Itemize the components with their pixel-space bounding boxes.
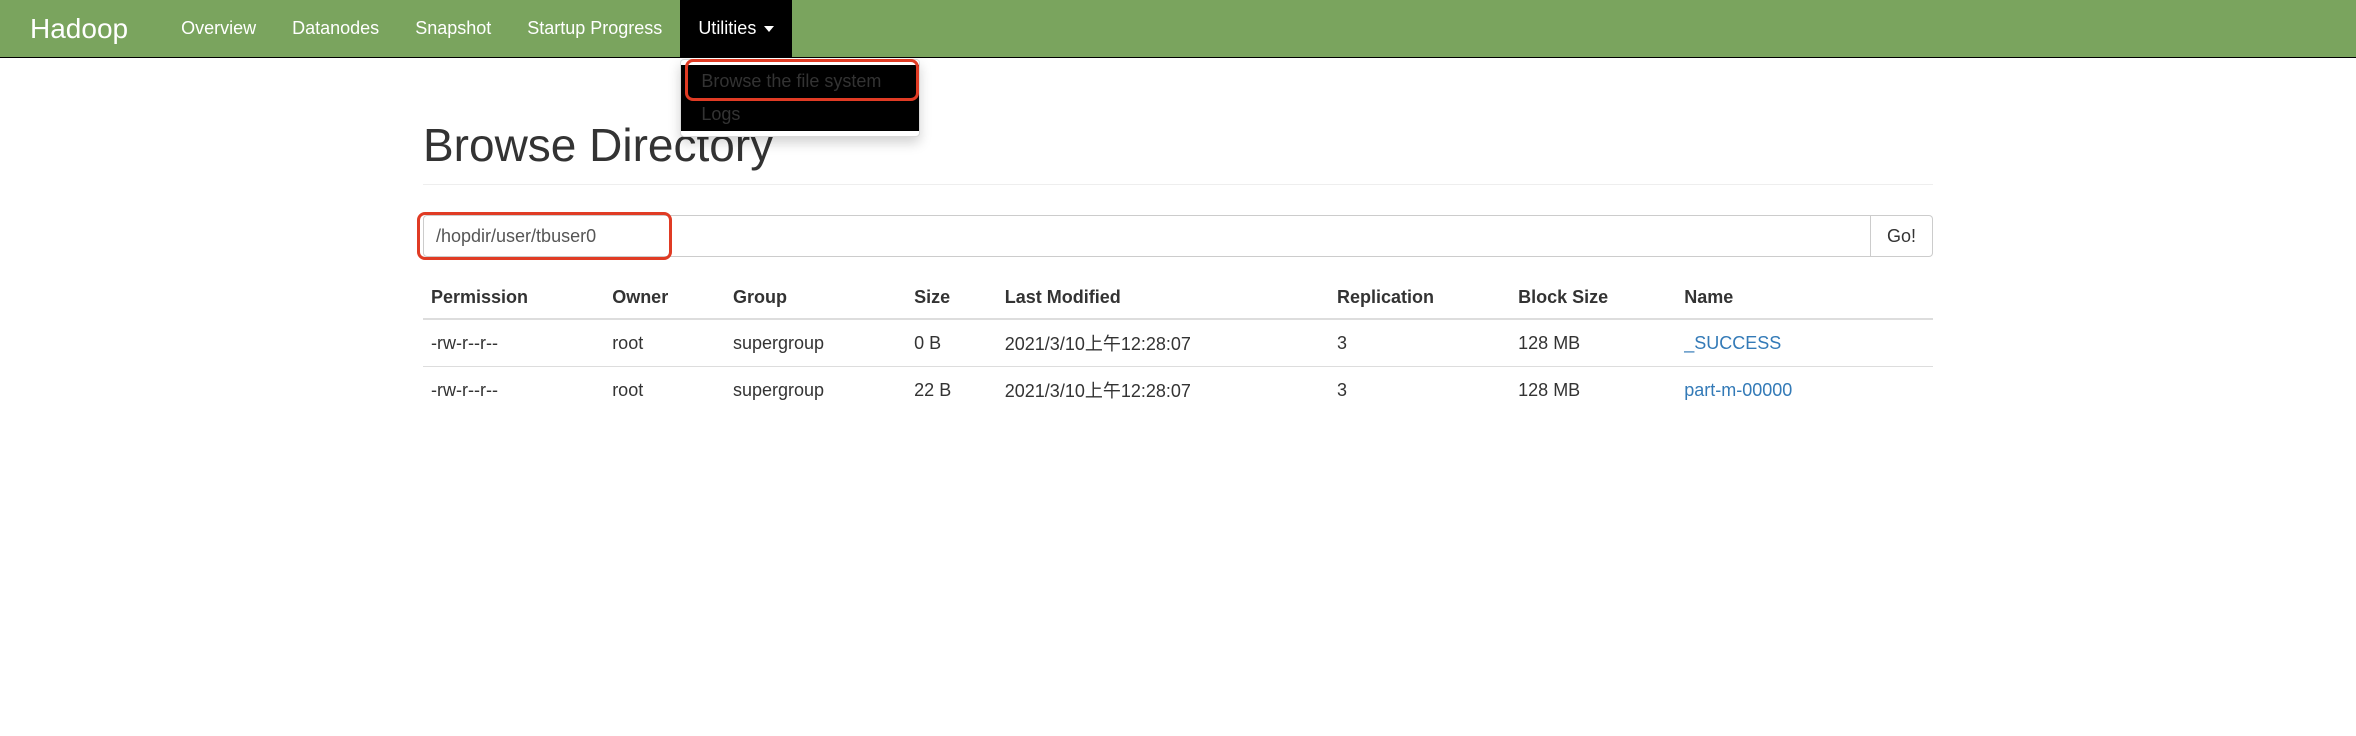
cell-owner: root [604,367,725,414]
nav-link-utilities-label: Utilities [698,18,756,39]
nav-link-startup-progress[interactable]: Startup Progress [509,0,680,57]
cell-name: _SUCCESS [1676,319,1933,367]
cell-permission: -rw-r--r-- [423,367,604,414]
main-container: Browse Directory Go! Permission Owner Gr… [408,118,1948,413]
path-input-group: Go! [423,215,1933,257]
table-head: Permission Owner Group Size Last Modifie… [423,277,1933,319]
cell-name: part-m-00000 [1676,367,1933,414]
nav-item-snapshot: Snapshot [397,0,509,57]
table-row: -rw-r--r-- root supergroup 22 B 2021/3/1… [423,367,1933,414]
cell-size: 0 B [906,319,997,367]
th-name: Name [1676,277,1933,319]
cell-permission: -rw-r--r-- [423,319,604,367]
nav-link-snapshot[interactable]: Snapshot [397,0,509,57]
page-header: Browse Directory [423,118,1933,185]
cell-size: 22 B [906,367,997,414]
th-size: Size [906,277,997,319]
navbar-nav: Overview Datanodes Snapshot Startup Prog… [163,0,792,57]
dropdown-logs[interactable]: Logs [681,98,919,131]
cell-owner: root [604,319,725,367]
cell-blocksize: 128 MB [1510,367,1676,414]
path-input[interactable] [423,215,1871,257]
th-modified: Last Modified [997,277,1329,319]
cell-modified: 2021/3/10上午12:28:07 [997,319,1329,367]
navbar-brand[interactable]: Hadoop [15,13,143,45]
dropdown-browse-filesystem[interactable]: Browse the file system [681,65,919,98]
th-blocksize: Block Size [1510,277,1676,319]
th-permission: Permission [423,277,604,319]
nav-item-startup-progress: Startup Progress [509,0,680,57]
nav-link-datanodes[interactable]: Datanodes [274,0,397,57]
nav-link-overview[interactable]: Overview [163,0,274,57]
caret-down-icon [764,26,774,32]
go-button[interactable]: Go! [1871,215,1933,257]
nav-item-datanodes: Datanodes [274,0,397,57]
cell-blocksize: 128 MB [1510,319,1676,367]
cell-group: supergroup [725,319,906,367]
table-row: -rw-r--r-- root supergroup 0 B 2021/3/10… [423,319,1933,367]
th-replication: Replication [1329,277,1510,319]
nav-link-utilities[interactable]: Utilities [680,0,792,57]
page-title: Browse Directory [423,118,1933,172]
nav-item-utilities: Utilities Browse the file system Logs [680,0,792,57]
th-owner: Owner [604,277,725,319]
cell-replication: 3 [1329,319,1510,367]
table-header-row: Permission Owner Group Size Last Modifie… [423,277,1933,319]
go-button-wrap: Go! [1871,215,1933,257]
cell-group: supergroup [725,367,906,414]
cell-modified: 2021/3/10上午12:28:07 [997,367,1329,414]
directory-table: Permission Owner Group Size Last Modifie… [423,277,1933,413]
cell-replication: 3 [1329,367,1510,414]
nav-item-overview: Overview [163,0,274,57]
th-group: Group [725,277,906,319]
file-link[interactable]: _SUCCESS [1684,333,1781,353]
utilities-dropdown: Browse the file system Logs [680,59,920,137]
table-body: -rw-r--r-- root supergroup 0 B 2021/3/10… [423,319,1933,413]
navbar: Hadoop Overview Datanodes Snapshot Start… [0,0,2356,58]
file-link[interactable]: part-m-00000 [1684,380,1792,400]
